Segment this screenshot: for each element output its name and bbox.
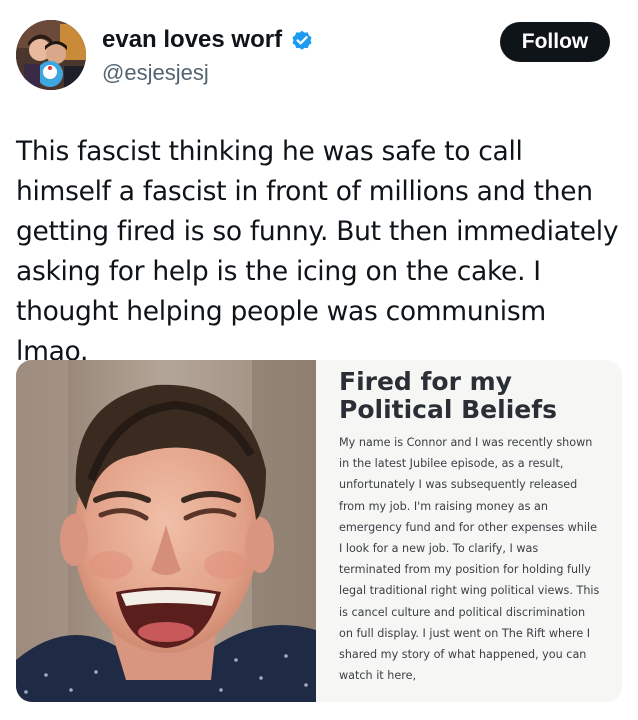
follow-button[interactable]: Follow	[500, 22, 610, 62]
card-title: Fired for my Political Beliefs	[339, 367, 557, 424]
card-body: My name is Connor and I was recently sho…	[339, 436, 600, 683]
author-name[interactable]: evan loves worf	[102, 26, 282, 54]
avatar[interactable]	[16, 20, 86, 90]
tweet-header: evan loves worf @esjesjesj Follow	[0, 0, 638, 110]
author-handle[interactable]: @esjesjesj	[102, 60, 209, 86]
fundraiser-card: Fired for my Political Beliefs My name i…	[339, 360, 611, 702]
media-photo	[16, 360, 316, 702]
tweet-text: This fascist thinking he was safe to cal…	[16, 136, 619, 367]
author-name-row[interactable]: evan loves worf	[102, 26, 314, 54]
verified-badge-icon	[292, 30, 312, 50]
laughing-man-photo-icon	[16, 360, 316, 702]
avatar-photo-icon	[16, 20, 86, 90]
tweet-media[interactable]: Fired for my Political Beliefs My name i…	[16, 360, 622, 702]
